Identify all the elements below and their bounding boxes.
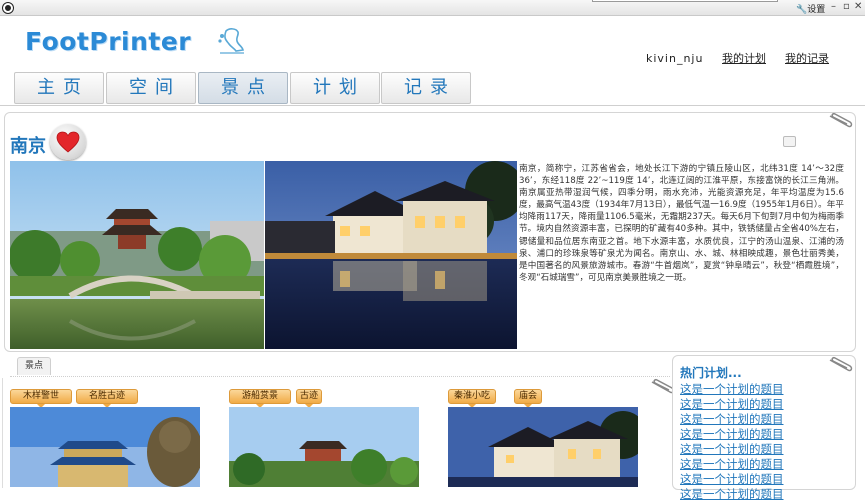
tag-label[interactable]: 名胜古迹 (76, 389, 138, 408)
city-photo-night-river (265, 161, 517, 349)
window-titlebar: 🔧设置 – ▫ ✕ (0, 0, 865, 16)
tag-label[interactable]: 古迹 (296, 389, 322, 408)
plan-link[interactable]: 这是一个计划的题目 (680, 411, 784, 427)
plan-link[interactable]: 这是一个计划的题目 (680, 381, 784, 397)
select-checkbox[interactable] (783, 136, 796, 147)
tag-label[interactable]: 秦淮小吃 (448, 389, 496, 408)
tab-space[interactable]: 空间 (106, 72, 196, 104)
plan-link[interactable]: 这是一个计划的题目 (680, 396, 784, 412)
titlebar-input[interactable] (592, 0, 778, 2)
footprint-logo-icon (218, 28, 244, 54)
attraction-thumb-gate[interactable] (10, 407, 200, 487)
city-photo-pavilion (10, 161, 264, 349)
favorite-button[interactable] (50, 124, 86, 160)
tab-attractions[interactable]: 景点 (198, 72, 288, 104)
nav-divider (0, 105, 865, 106)
plan-link[interactable]: 这是一个计划的题目 (680, 426, 784, 442)
tag-label[interactable]: 游船赏景 (229, 389, 291, 408)
city-title: 南京 (10, 136, 46, 157)
plan-link[interactable]: 这是一个计划的题目 (680, 441, 784, 457)
site-logo[interactable]: FootPrinter (25, 27, 191, 56)
username: kivin_nju (646, 52, 704, 65)
tag-label[interactable]: 木样警世 (10, 389, 72, 408)
tab-records[interactable]: 记录 (381, 72, 471, 104)
tab-plans[interactable]: 计划 (290, 72, 380, 104)
attraction-thumb-night[interactable] (448, 407, 638, 487)
plan-link[interactable]: 这是一个计划的题目 (680, 456, 784, 472)
hot-plans-title: 热门计划... (680, 366, 742, 380)
settings-button[interactable]: 🔧设置 (796, 2, 825, 15)
heart-icon (56, 131, 80, 153)
paperclip-icon (829, 357, 853, 372)
tag-label[interactable]: 庙会 (514, 389, 542, 408)
my-records-link[interactable]: 我的记录 (785, 50, 829, 66)
app-eye-icon (3, 3, 13, 13)
my-plans-link[interactable]: 我的计划 (722, 50, 766, 66)
close-icon[interactable]: ✕ (854, 1, 862, 12)
minimize-icon[interactable]: – (831, 1, 836, 12)
wrench-icon: 🔧 (796, 5, 808, 15)
plan-link[interactable]: 这是一个计划的题目 (680, 486, 784, 502)
attraction-thumb-pavilion[interactable] (229, 407, 419, 487)
plan-link[interactable]: 这是一个计划的题目 (680, 471, 784, 487)
tab-home[interactable]: 主页 (14, 72, 104, 104)
city-description: 南京，简称宁，江苏省省会，地处长江下游的宁镇丘陵山区，北纬31度 14’～32度… (519, 164, 844, 283)
section-divider (10, 376, 670, 377)
maximize-icon[interactable]: ▫ (843, 1, 850, 12)
tab-attractions-section[interactable]: 景点 (17, 357, 51, 375)
paperclip-icon (829, 113, 853, 128)
